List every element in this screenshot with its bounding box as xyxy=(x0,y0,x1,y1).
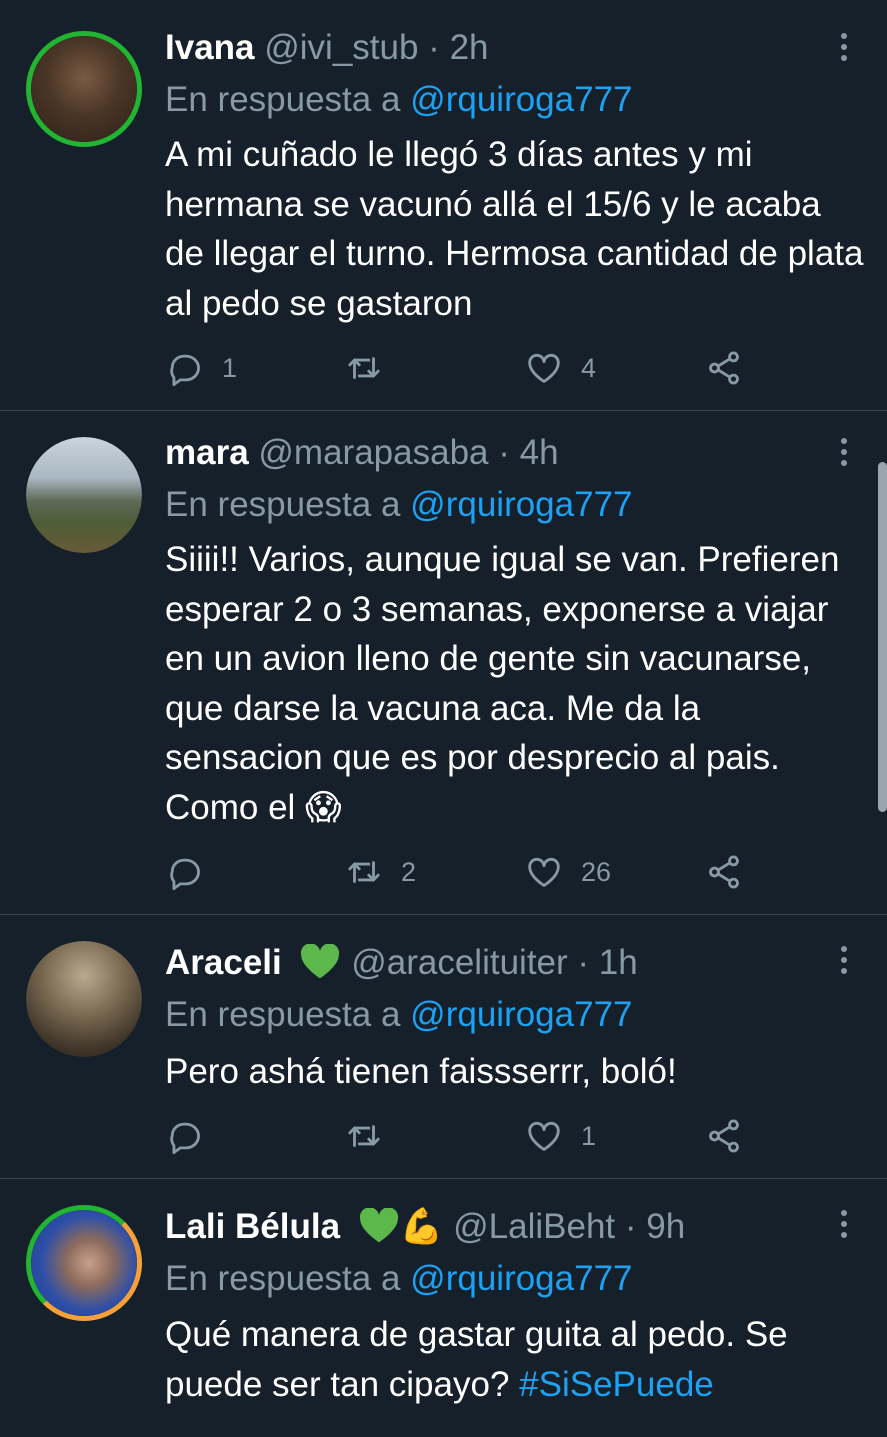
retweet-button[interactable] xyxy=(345,1116,401,1156)
tweet-3[interactable]: Araceli @aracelituiter · 1h En respuesta… xyxy=(0,915,887,1178)
tweet-2[interactable]: mara @marapasaba · 4h En respuesta a @rq… xyxy=(0,411,887,914)
scrollbar[interactable] xyxy=(878,462,887,812)
avatar[interactable] xyxy=(26,437,142,553)
reply-icon xyxy=(170,354,200,387)
flexed-biceps-emoji: 💪 xyxy=(399,1207,444,1246)
user-handle[interactable]: @LaliBeht xyxy=(453,1207,615,1246)
retweet-icon xyxy=(348,861,380,883)
tweet-text: A mi cuñado le llegó 3 días antes y mi h… xyxy=(165,135,864,323)
separator-dot: · xyxy=(498,433,510,472)
separator-dot: · xyxy=(577,943,590,982)
tweet-time[interactable]: 9h xyxy=(646,1207,685,1246)
more-options-icon[interactable] xyxy=(832,435,856,471)
green-heart-icon xyxy=(359,1208,398,1243)
share-icon xyxy=(709,351,739,385)
like-button[interactable]: 26 xyxy=(525,852,611,892)
reply-mention[interactable]: @rquiroga777 xyxy=(410,485,632,524)
like-count: 26 xyxy=(581,856,612,887)
display-name[interactable]: Araceli xyxy=(165,943,282,982)
like-count: 4 xyxy=(581,352,597,383)
tweet-text: Siiii!! Varios, aunque igual se van. Pre… xyxy=(165,540,840,827)
share-button[interactable] xyxy=(705,1116,743,1156)
heart-icon xyxy=(528,857,560,887)
reply-context: En respuesta a @rquiroga777 xyxy=(165,1259,633,1298)
reply-icon xyxy=(170,858,200,891)
like-count: 1 xyxy=(581,1120,597,1151)
like-button[interactable]: 4 xyxy=(525,348,596,388)
reply-context: En respuesta a @rquiroga777 xyxy=(165,80,633,119)
share-icon xyxy=(709,855,739,889)
hashtag-link[interactable]: #SiSePuede xyxy=(519,1365,714,1404)
share-button[interactable] xyxy=(705,852,743,892)
retweet-button[interactable] xyxy=(345,348,401,388)
display-name[interactable]: Ivana xyxy=(165,28,255,67)
reply-mention[interactable]: @rquiroga777 xyxy=(410,80,632,119)
avatar[interactable] xyxy=(26,31,142,147)
reply-button[interactable] xyxy=(166,1116,222,1156)
reply-count: 1 xyxy=(222,352,238,383)
like-button[interactable]: 1 xyxy=(525,1116,596,1156)
display-name[interactable]: mara xyxy=(165,433,249,472)
tweet-time[interactable]: 1h xyxy=(599,943,638,982)
tweet-4[interactable]: Lali Bélula 💪 @LaliBeht · 9h En respuest… xyxy=(0,1179,887,1437)
reply-context: En respuesta a @rquiroga777 xyxy=(165,995,633,1034)
screaming-face-emoji: 😱 xyxy=(305,787,342,827)
user-handle[interactable]: @marapasaba xyxy=(258,433,488,472)
tweet-text: Pero ashá tienen faissserrr, boló! xyxy=(165,1052,677,1091)
retweet-icon xyxy=(348,1125,380,1147)
heart-icon xyxy=(528,353,560,383)
share-icon xyxy=(709,1119,739,1153)
tweet-text: Qué manera de gastar guita al pedo. Se p… xyxy=(165,1315,788,1404)
heart-icon xyxy=(528,1121,560,1151)
tweet-time[interactable]: 4h xyxy=(520,433,559,472)
retweet-icon xyxy=(348,357,380,379)
more-options-icon[interactable] xyxy=(832,30,856,66)
reply-mention[interactable]: @rquiroga777 xyxy=(410,995,632,1034)
reply-icon xyxy=(170,1122,200,1155)
retweet-button[interactable]: 2 xyxy=(345,852,416,892)
avatar[interactable] xyxy=(26,941,142,1057)
tweet-time[interactable]: 2h xyxy=(450,28,489,67)
retweet-count: 2 xyxy=(401,856,417,887)
user-handle[interactable]: @aracelituiter xyxy=(351,943,567,982)
more-options-icon[interactable] xyxy=(832,943,856,979)
reply-mention[interactable]: @rquiroga777 xyxy=(410,1259,632,1298)
reply-context: En respuesta a @rquiroga777 xyxy=(165,485,633,524)
share-button[interactable] xyxy=(705,348,743,388)
green-heart-icon xyxy=(301,944,340,979)
separator-dot: · xyxy=(428,28,440,67)
more-options-icon[interactable] xyxy=(832,1207,856,1243)
display-name[interactable]: Lali Bélula xyxy=(165,1207,340,1246)
separator-dot: · xyxy=(624,1207,637,1246)
avatar[interactable] xyxy=(26,1205,142,1321)
reply-button[interactable]: 1 xyxy=(166,348,237,388)
reply-button[interactable] xyxy=(166,852,222,892)
user-handle[interactable]: @ivi_stub xyxy=(264,28,418,67)
tweet-1[interactable]: Ivana @ivi_stub · 2h En respuesta a @rqu… xyxy=(0,0,887,410)
